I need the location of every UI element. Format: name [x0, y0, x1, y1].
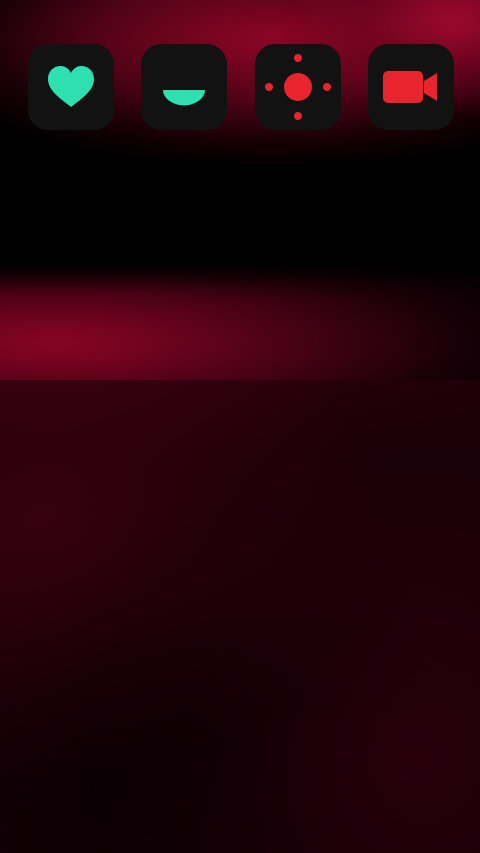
app-icon-video[interactable]: [368, 44, 454, 130]
wallpaper-band-middle: [0, 280, 480, 460]
home-screen: [0, 0, 480, 853]
wallpaper-lower-gradient: [0, 380, 480, 853]
video-camera-icon: [383, 71, 437, 103]
app-icon-row: [28, 44, 454, 130]
app-icon-heart[interactable]: [28, 44, 114, 130]
app-icon-brightness[interactable]: [255, 44, 341, 130]
smile-icon: [163, 90, 205, 106]
brightness-icon: [265, 54, 331, 120]
app-icon-smile[interactable]: [141, 44, 227, 130]
heart-icon: [48, 66, 94, 107]
